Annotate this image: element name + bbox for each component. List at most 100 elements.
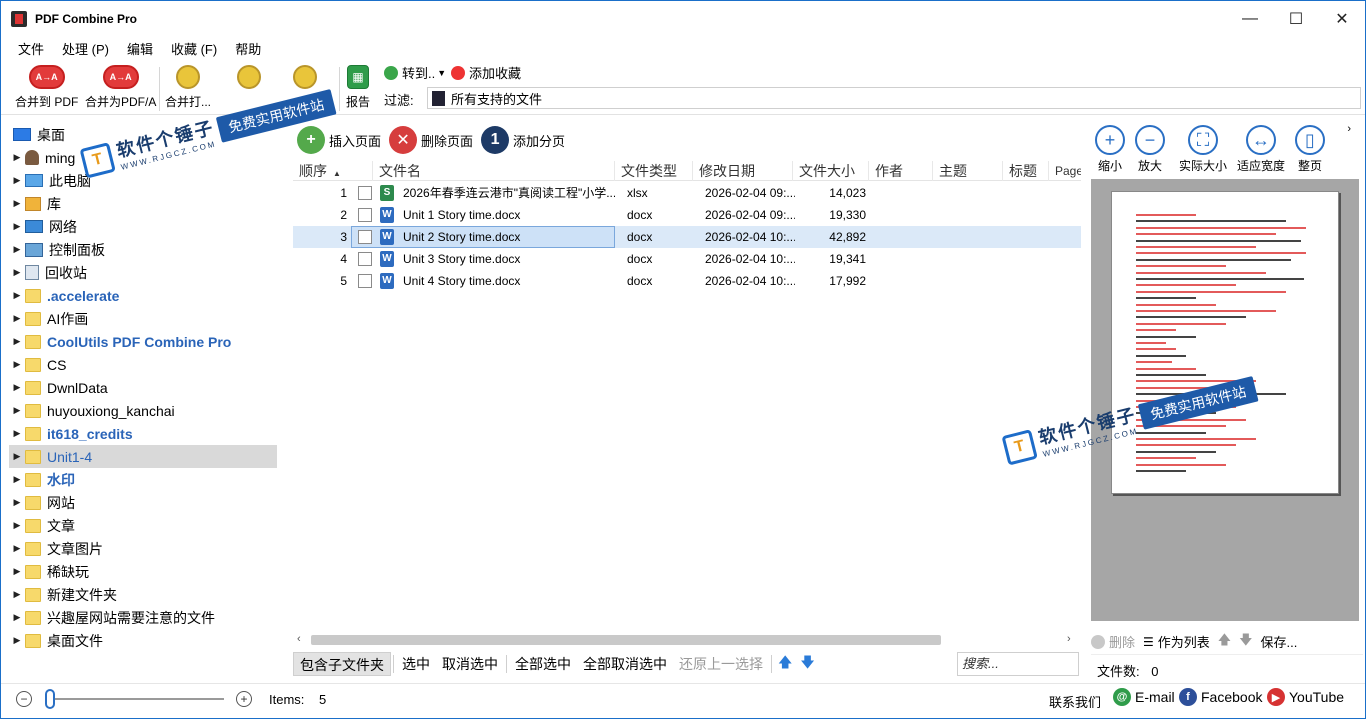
preview-save-button[interactable]: 保存...: [1261, 632, 1298, 651]
expand-arrow-icon[interactable]: ▶: [9, 290, 25, 301]
zoom-plus-icon[interactable]: +: [236, 691, 252, 707]
tree-item[interactable]: ▶ Unit1-4: [9, 445, 277, 468]
select-all-button[interactable]: 全部选中: [509, 652, 577, 676]
merge-option-button[interactable]: [237, 65, 261, 89]
preview-move-up-button[interactable]: 🡅: [1218, 631, 1231, 653]
more-options-icon[interactable]: ›: [1347, 123, 1351, 135]
deselect-button[interactable]: 取消选中: [436, 652, 504, 676]
col-modified-header[interactable]: 修改日期: [693, 161, 793, 181]
filter-select[interactable]: 所有支持的文件: [427, 87, 1361, 109]
expand-arrow-icon[interactable]: ▶: [9, 428, 25, 439]
expand-arrow-icon[interactable]: ▶: [9, 589, 25, 600]
col-page-header[interactable]: Page: [1049, 161, 1081, 181]
contact-us-link[interactable]: 联系我们: [1049, 692, 1101, 711]
expand-arrow-icon[interactable]: ▶: [9, 221, 25, 232]
expand-arrow-icon[interactable]: ▶: [9, 405, 25, 416]
actual-size-button[interactable]: ⛶ 实际大小: [1179, 125, 1227, 174]
tree-item[interactable]: ▶ 网络: [9, 215, 277, 238]
facebook-link[interactable]: f Facebook: [1179, 688, 1262, 706]
tree-item[interactable]: ▶ 库: [9, 192, 277, 215]
table-row[interactable]: 3 W Unit 2 Story time.docx docx 2026-02-04 1…: [293, 226, 1081, 248]
tree-item[interactable]: ▶ it618_credits: [9, 422, 277, 445]
menu-file[interactable]: 文件: [9, 39, 53, 58]
delete-page-button[interactable]: ✕ 删除页面: [389, 126, 473, 154]
expand-arrow-icon[interactable]: ▶: [9, 520, 25, 531]
fit-width-button[interactable]: ↔ 适应宽度: [1237, 125, 1285, 174]
tree-item[interactable]: ▶ 稀缺玩: [9, 560, 277, 583]
expand-arrow-icon[interactable]: ▶: [9, 359, 25, 370]
expand-arrow-icon[interactable]: ▶: [9, 543, 25, 554]
close-button[interactable]: ✕: [1319, 1, 1365, 37]
col-author-header[interactable]: 作者: [869, 161, 933, 181]
tree-item[interactable]: ▶ 新建文件夹: [9, 583, 277, 606]
fit-page-button[interactable]: ▯ 整页: [1295, 125, 1325, 174]
zoom-minus-icon[interactable]: −: [16, 691, 32, 707]
tree-item[interactable]: ▶ 文章: [9, 514, 277, 537]
row-checkbox[interactable]: [358, 208, 372, 222]
expand-arrow-icon[interactable]: ▶: [9, 313, 25, 324]
row-checkbox[interactable]: [358, 230, 372, 244]
add-favorite-button[interactable]: 添加收藏: [451, 63, 521, 82]
col-subject-header[interactable]: 主题: [933, 161, 1003, 181]
tree-item[interactable]: ▶ 控制面板: [9, 238, 277, 261]
menu-edit[interactable]: 编辑: [118, 39, 162, 58]
include-subfolders-toggle[interactable]: 包含子文件夹: [293, 652, 391, 676]
expand-arrow-icon[interactable]: ▶: [9, 566, 25, 577]
tree-item[interactable]: ▶ 此电脑: [9, 169, 277, 192]
report-button[interactable]: ▦ 报告: [346, 65, 370, 110]
tree-item[interactable]: ▶ huyouxiong_kanchai: [9, 399, 277, 422]
tree-item[interactable]: ▶ 文章图片: [9, 537, 277, 560]
expand-arrow-icon[interactable]: ▶: [9, 635, 25, 646]
tree-item[interactable]: ▶ CS: [9, 353, 277, 376]
col-order-header[interactable]: 顺序 ▲: [293, 161, 373, 181]
expand-arrow-icon[interactable]: ▶: [9, 612, 25, 623]
insert-page-button[interactable]: + 插入页面: [297, 126, 381, 154]
minimize-button[interactable]: —: [1227, 1, 1273, 37]
table-row[interactable]: 4 W Unit 3 Story time.docx docx 2026-02-04 1…: [293, 248, 1081, 270]
zoom-out-button[interactable]: + 缩小: [1095, 125, 1125, 174]
expand-arrow-icon[interactable]: ▶: [9, 175, 25, 186]
tree-item[interactable]: ▶ DwnlData: [9, 376, 277, 399]
table-row[interactable]: 1 S 2026年春季连云港市"真阅读工程"小学... xlsx 2026-02-04 …: [293, 182, 1081, 204]
expand-arrow-icon[interactable]: ▶: [9, 198, 25, 209]
scroll-right-icon[interactable]: ›: [1067, 633, 1071, 645]
email-link[interactable]: @ E-mail: [1113, 688, 1175, 706]
menu-process[interactable]: 处理 (P): [53, 39, 118, 58]
menu-help[interactable]: 帮助: [226, 39, 270, 58]
tree-item[interactable]: ▶ 网站: [9, 491, 277, 514]
tree-item[interactable]: ▶ .accelerate: [9, 284, 277, 307]
deselect-all-button[interactable]: 全部取消选中: [577, 652, 673, 676]
view-as-list-button[interactable]: ☰ 作为列表: [1143, 632, 1210, 651]
expand-arrow-icon[interactable]: ▶: [9, 336, 25, 347]
youtube-link[interactable]: ▶ YouTube: [1267, 688, 1344, 706]
table-row[interactable]: 2 W Unit 1 Story time.docx docx 2026-02-04 0…: [293, 204, 1081, 226]
row-checkbox[interactable]: [358, 252, 372, 266]
merge-to-pdf-button[interactable]: A→A 合并到 PDF: [15, 65, 78, 110]
preview-move-down-button[interactable]: 🡇: [1239, 631, 1252, 653]
search-input[interactable]: 搜索...: [957, 652, 1079, 676]
select-button[interactable]: 选中: [396, 652, 436, 676]
tree-item[interactable]: ▶ CoolUtils PDF Combine Pro: [9, 330, 277, 353]
zoom-slider-thumb[interactable]: [45, 689, 55, 709]
zoom-slider-track[interactable]: [46, 698, 224, 700]
row-checkbox[interactable]: [358, 186, 372, 200]
expand-arrow-icon[interactable]: ▶: [9, 152, 25, 163]
row-checkbox[interactable]: [358, 274, 372, 288]
move-down-icon[interactable]: 🡇: [800, 652, 814, 676]
merge-option2-button[interactable]: [293, 65, 317, 89]
col-filename-header[interactable]: 文件名: [373, 161, 615, 181]
expand-arrow-icon[interactable]: ▶: [9, 267, 25, 278]
expand-arrow-icon[interactable]: ▶: [9, 382, 25, 393]
expand-arrow-icon[interactable]: ▶: [9, 244, 25, 255]
merge-print-button[interactable]: 合并打...: [165, 65, 211, 110]
tree-item[interactable]: ▶ 回收站: [9, 261, 277, 284]
scroll-left-icon[interactable]: ‹: [297, 633, 301, 645]
merge-to-pdfa-button[interactable]: A→A 合并为PDF/A: [85, 65, 156, 110]
expand-arrow-icon[interactable]: ▶: [9, 474, 25, 485]
tree-item[interactable]: ▶ 水印: [9, 468, 277, 491]
horizontal-scrollbar[interactable]: ‹ ›: [293, 633, 1081, 647]
restore-selection-button[interactable]: 还原上一选择: [673, 652, 769, 676]
table-row[interactable]: 5 W Unit 4 Story time.docx docx 2026-02-04 1…: [293, 270, 1081, 292]
col-filetype-header[interactable]: 文件类型: [615, 161, 693, 181]
maximize-button[interactable]: ☐: [1273, 1, 1319, 37]
